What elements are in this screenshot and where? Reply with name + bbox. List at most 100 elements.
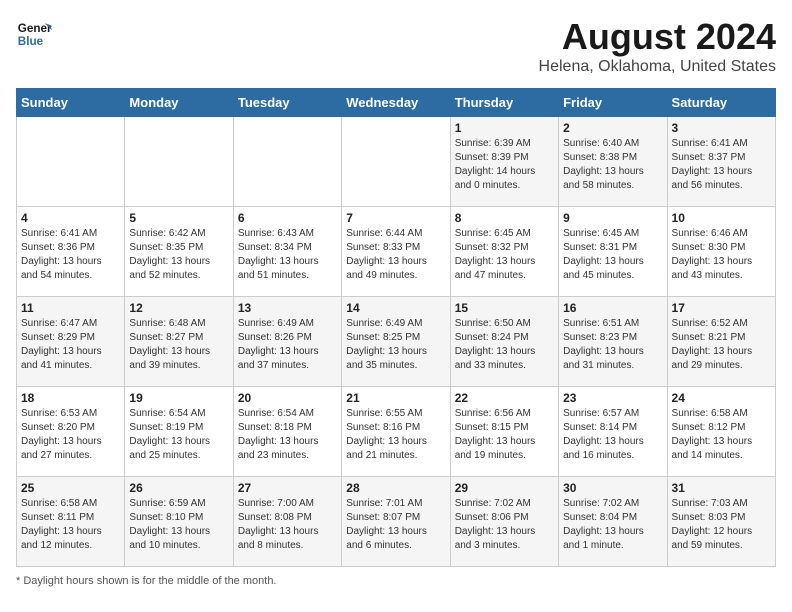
day-info: Sunrise: 7:01 AMSunset: 8:07 PMDaylight:… xyxy=(346,497,445,553)
day-info: Sunrise: 6:59 AMSunset: 8:10 PMDaylight:… xyxy=(129,497,228,553)
weekday-header-row: SundayMondayTuesdayWednesdayThursdayFrid… xyxy=(17,89,776,117)
calendar-day-cell xyxy=(342,117,450,207)
calendar-week-row: 1Sunrise: 6:39 AMSunset: 8:39 PMDaylight… xyxy=(17,117,776,207)
calendar-day-cell: 2 Sunrise: 6:40 AMSunset: 8:38 PMDaylight… xyxy=(559,117,667,207)
calendar-day-cell: 22 Sunrise: 6:56 AMSunset: 8:15 PMDayligh… xyxy=(450,387,558,477)
day-info: Sunrise: 6:49 AMSunset: 8:25 PMDaylight:… xyxy=(346,317,445,373)
calendar-day-cell: 15 Sunrise: 6:50 AMSunset: 8:24 PMDayligh… xyxy=(450,297,558,387)
calendar-day-cell: 28 Sunrise: 7:01 AMSunset: 8:07 PMDayligh… xyxy=(342,477,450,567)
day-number: 5 xyxy=(129,211,228,225)
calendar-day-cell: 13Sunrise: 6:49 AMSunset: 8:26 PMDayligh… xyxy=(233,297,341,387)
day-info: Sunrise: 6:58 AMSunset: 8:12 PMDaylight:… xyxy=(672,407,771,463)
calendar-day-cell: 21 Sunrise: 6:55 AMSunset: 8:16 PMDayligh… xyxy=(342,387,450,477)
day-number: 23 xyxy=(563,391,662,405)
day-info: Sunrise: 7:02 AMSunset: 8:06 PMDaylight:… xyxy=(455,497,554,553)
day-number: 3 xyxy=(672,121,771,135)
day-info: Sunrise: 6:39 AMSunset: 8:39 PMDaylight:… xyxy=(455,137,554,193)
day-info: Sunrise: 6:43 AMSunset: 8:34 PMDaylight:… xyxy=(238,227,337,283)
calendar-day-cell: 30 Sunrise: 7:02 AMSunset: 8:04 PMDayligh… xyxy=(559,477,667,567)
calendar-day-cell: 4Sunrise: 6:41 AMSunset: 8:36 PMDaylight… xyxy=(17,207,125,297)
day-number: 16 xyxy=(563,301,662,315)
day-info: Sunrise: 6:45 AMSunset: 8:32 PMDaylight:… xyxy=(455,227,554,283)
weekday-header-cell: Saturday xyxy=(667,89,775,117)
calendar-week-row: 18 Sunrise: 6:53 AMSunset: 8:20 PMDayligh… xyxy=(17,387,776,477)
day-number: 7 xyxy=(346,211,445,225)
day-number: 31 xyxy=(672,481,771,495)
day-info: Sunrise: 6:56 AMSunset: 8:15 PMDaylight:… xyxy=(455,407,554,463)
day-number: 26 xyxy=(129,481,228,495)
calendar-day-cell: 16Sunrise: 6:51 AMSunset: 8:23 PMDayligh… xyxy=(559,297,667,387)
day-number: 29 xyxy=(455,481,554,495)
day-number: 12 xyxy=(129,301,228,315)
calendar-day-cell xyxy=(17,117,125,207)
calendar-day-cell: 12 Sunrise: 6:48 AMSunset: 8:27 PMDayligh… xyxy=(125,297,233,387)
calendar-day-cell: 26 Sunrise: 6:59 AMSunset: 8:10 PMDayligh… xyxy=(125,477,233,567)
weekday-header-cell: Thursday xyxy=(450,89,558,117)
calendar-day-cell: 18 Sunrise: 6:53 AMSunset: 8:20 PMDayligh… xyxy=(17,387,125,477)
calendar-day-cell: 25Sunrise: 6:58 AMSunset: 8:11 PMDayligh… xyxy=(17,477,125,567)
calendar-day-cell: 6Sunrise: 6:43 AMSunset: 8:34 PMDaylight… xyxy=(233,207,341,297)
weekday-header-cell: Sunday xyxy=(17,89,125,117)
day-number: 10 xyxy=(672,211,771,225)
day-number: 22 xyxy=(455,391,554,405)
day-number: 15 xyxy=(455,301,554,315)
day-info: Sunrise: 7:00 AMSunset: 8:08 PMDaylight:… xyxy=(238,497,337,553)
calendar-table: SundayMondayTuesdayWednesdayThursdayFrid… xyxy=(16,88,776,567)
day-info: Sunrise: 6:44 AMSunset: 8:33 PMDaylight:… xyxy=(346,227,445,283)
footer-note: * Daylight hours shown is for the middle… xyxy=(16,575,776,587)
day-number: 17 xyxy=(672,301,771,315)
calendar-day-cell: 9Sunrise: 6:45 AMSunset: 8:31 PMDaylight… xyxy=(559,207,667,297)
day-info: Sunrise: 6:48 AMSunset: 8:27 PMDaylight:… xyxy=(129,317,228,373)
day-info: Sunrise: 7:03 AMSunset: 8:03 PMDaylight:… xyxy=(672,497,771,553)
day-number: 2 xyxy=(563,121,662,135)
day-info: Sunrise: 6:41 AMSunset: 8:37 PMDaylight:… xyxy=(672,137,771,193)
day-info: Sunrise: 6:50 AMSunset: 8:24 PMDaylight:… xyxy=(455,317,554,373)
calendar-day-cell: 5Sunrise: 6:42 AMSunset: 8:35 PMDaylight… xyxy=(125,207,233,297)
day-info: Sunrise: 7:02 AMSunset: 8:04 PMDaylight:… xyxy=(563,497,662,553)
weekday-header-cell: Friday xyxy=(559,89,667,117)
day-number: 30 xyxy=(563,481,662,495)
calendar-day-cell: 7 Sunrise: 6:44 AMSunset: 8:33 PMDaylight… xyxy=(342,207,450,297)
calendar-day-cell xyxy=(233,117,341,207)
day-number: 28 xyxy=(346,481,445,495)
calendar-day-cell: 24 Sunrise: 6:58 AMSunset: 8:12 PMDayligh… xyxy=(667,387,775,477)
day-info: Sunrise: 6:49 AMSunset: 8:26 PMDaylight:… xyxy=(238,317,337,373)
calendar-day-cell: 14 Sunrise: 6:49 AMSunset: 8:25 PMDayligh… xyxy=(342,297,450,387)
svg-text:Blue: Blue xyxy=(18,35,44,48)
calendar-day-cell: 27Sunrise: 7:00 AMSunset: 8:08 PMDayligh… xyxy=(233,477,341,567)
day-info: Sunrise: 6:46 AMSunset: 8:30 PMDaylight:… xyxy=(672,227,771,283)
day-info: Sunrise: 6:47 AMSunset: 8:29 PMDaylight:… xyxy=(21,317,120,373)
calendar-day-cell: 20Sunrise: 6:54 AMSunset: 8:18 PMDayligh… xyxy=(233,387,341,477)
calendar-day-cell: 10 Sunrise: 6:46 AMSunset: 8:30 PMDayligh… xyxy=(667,207,775,297)
day-info: Sunrise: 6:54 AMSunset: 8:19 PMDaylight:… xyxy=(129,407,228,463)
calendar-day-cell: 8 Sunrise: 6:45 AMSunset: 8:32 PMDaylight… xyxy=(450,207,558,297)
calendar-day-cell: 31 Sunrise: 7:03 AMSunset: 8:03 PMDayligh… xyxy=(667,477,775,567)
title-section: August 2024 Helena, Oklahoma, United Sta… xyxy=(539,16,776,76)
day-number: 9 xyxy=(563,211,662,225)
weekday-header-cell: Monday xyxy=(125,89,233,117)
logo: General Blue xyxy=(16,16,52,52)
day-info: Sunrise: 6:40 AMSunset: 8:38 PMDaylight:… xyxy=(563,137,662,193)
day-number: 8 xyxy=(455,211,554,225)
day-info: Sunrise: 6:53 AMSunset: 8:20 PMDaylight:… xyxy=(21,407,120,463)
day-number: 18 xyxy=(21,391,120,405)
calendar-day-cell xyxy=(125,117,233,207)
calendar-week-row: 25Sunrise: 6:58 AMSunset: 8:11 PMDayligh… xyxy=(17,477,776,567)
day-info: Sunrise: 6:52 AMSunset: 8:21 PMDaylight:… xyxy=(672,317,771,373)
day-number: 19 xyxy=(129,391,228,405)
day-number: 24 xyxy=(672,391,771,405)
day-info: Sunrise: 6:57 AMSunset: 8:14 PMDaylight:… xyxy=(563,407,662,463)
day-info: Sunrise: 6:58 AMSunset: 8:11 PMDaylight:… xyxy=(21,497,120,553)
day-number: 4 xyxy=(21,211,120,225)
calendar-day-cell: 17 Sunrise: 6:52 AMSunset: 8:21 PMDayligh… xyxy=(667,297,775,387)
page-header: General Blue August 2024 Helena, Oklahom… xyxy=(16,16,776,76)
day-info: Sunrise: 6:54 AMSunset: 8:18 PMDaylight:… xyxy=(238,407,337,463)
calendar-day-cell: 11Sunrise: 6:47 AMSunset: 8:29 PMDayligh… xyxy=(17,297,125,387)
calendar-day-cell: 19 Sunrise: 6:54 AMSunset: 8:19 PMDayligh… xyxy=(125,387,233,477)
day-number: 21 xyxy=(346,391,445,405)
calendar-day-cell: 23 Sunrise: 6:57 AMSunset: 8:14 PMDayligh… xyxy=(559,387,667,477)
day-number: 14 xyxy=(346,301,445,315)
calendar-day-cell: 29 Sunrise: 7:02 AMSunset: 8:06 PMDayligh… xyxy=(450,477,558,567)
day-info: Sunrise: 6:55 AMSunset: 8:16 PMDaylight:… xyxy=(346,407,445,463)
weekday-header-cell: Wednesday xyxy=(342,89,450,117)
